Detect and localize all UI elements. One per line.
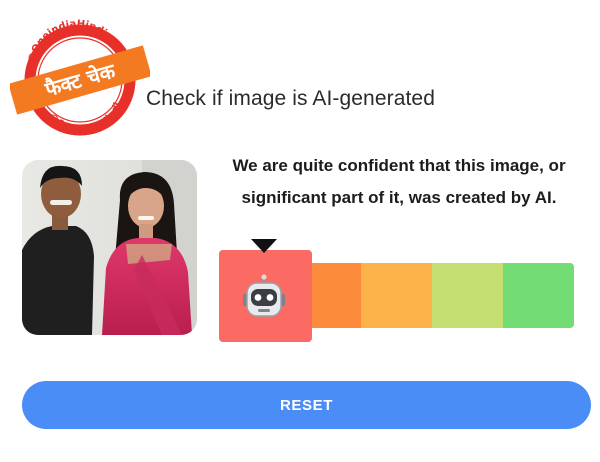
fact-check-stamp-logo: @OneindiaHindi @OneindiaHindi फैक्ट चेक [10, 19, 150, 136]
reset-button[interactable]: RESET [22, 381, 591, 429]
level-marker-arrow-icon [251, 239, 277, 253]
scale-segment-4 [432, 263, 503, 328]
uploaded-image-thumbnail [22, 160, 197, 335]
robot-icon [243, 274, 285, 317]
page-title: Check if image is AI-generated [146, 87, 435, 110]
scale-segment-5 [503, 263, 574, 328]
scale-segment-3 [361, 263, 432, 328]
detection-result-message: We are quite confident that this image, … [232, 156, 566, 207]
